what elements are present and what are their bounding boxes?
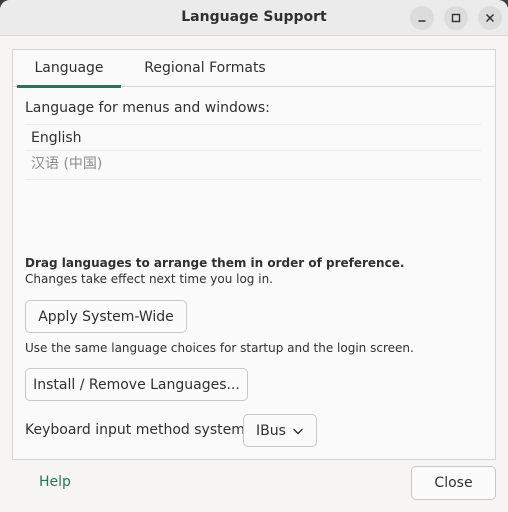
close-button[interactable]: Close [411,466,496,500]
apply-description: Use the same language choices for startu… [25,341,414,355]
maximize-button[interactable] [444,6,468,30]
language-support-window: Language Support Language Regional Forma… [0,0,508,512]
tab-regional-formats-label: Regional Formats [144,60,266,76]
close-icon [485,13,495,23]
language-list[interactable]: English 汉语 (中国) [25,124,481,180]
active-tab-indicator [17,85,121,88]
maximize-icon [451,13,461,23]
tab-regional-formats[interactable]: Regional Formats [131,50,279,87]
chevron-down-icon [293,428,303,435]
apply-system-wide-button[interactable]: Apply System-Wide [25,300,187,333]
changes-note: Changes take effect next time you log in… [25,272,273,286]
language-item-chinese[interactable]: 汉语 (中国) [25,150,481,180]
tab-language[interactable]: Language [17,50,121,88]
tab-bar: Language Regional Formats [13,50,495,88]
language-list-label: Language for menus and windows: [25,100,270,116]
title-bar[interactable]: Language Support [0,0,508,36]
tab-language-label: Language [34,60,104,76]
language-item-english[interactable]: English [25,124,481,150]
minimize-icon [418,20,426,22]
install-remove-languages-button[interactable]: Install / Remove Languages... [25,368,248,401]
drag-instruction: Drag languages to arrange them in order … [25,256,405,270]
close-window-button[interactable] [478,6,502,30]
help-button[interactable]: Help [39,474,71,490]
minimize-button[interactable] [410,6,434,30]
tab-notebook: Language Regional Formats Language for m… [12,49,496,460]
keyboard-input-method-dropdown[interactable]: IBus [243,414,317,447]
keyboard-input-label: Keyboard input method system: [25,422,250,438]
keyboard-input-method-value: IBus [256,423,286,439]
